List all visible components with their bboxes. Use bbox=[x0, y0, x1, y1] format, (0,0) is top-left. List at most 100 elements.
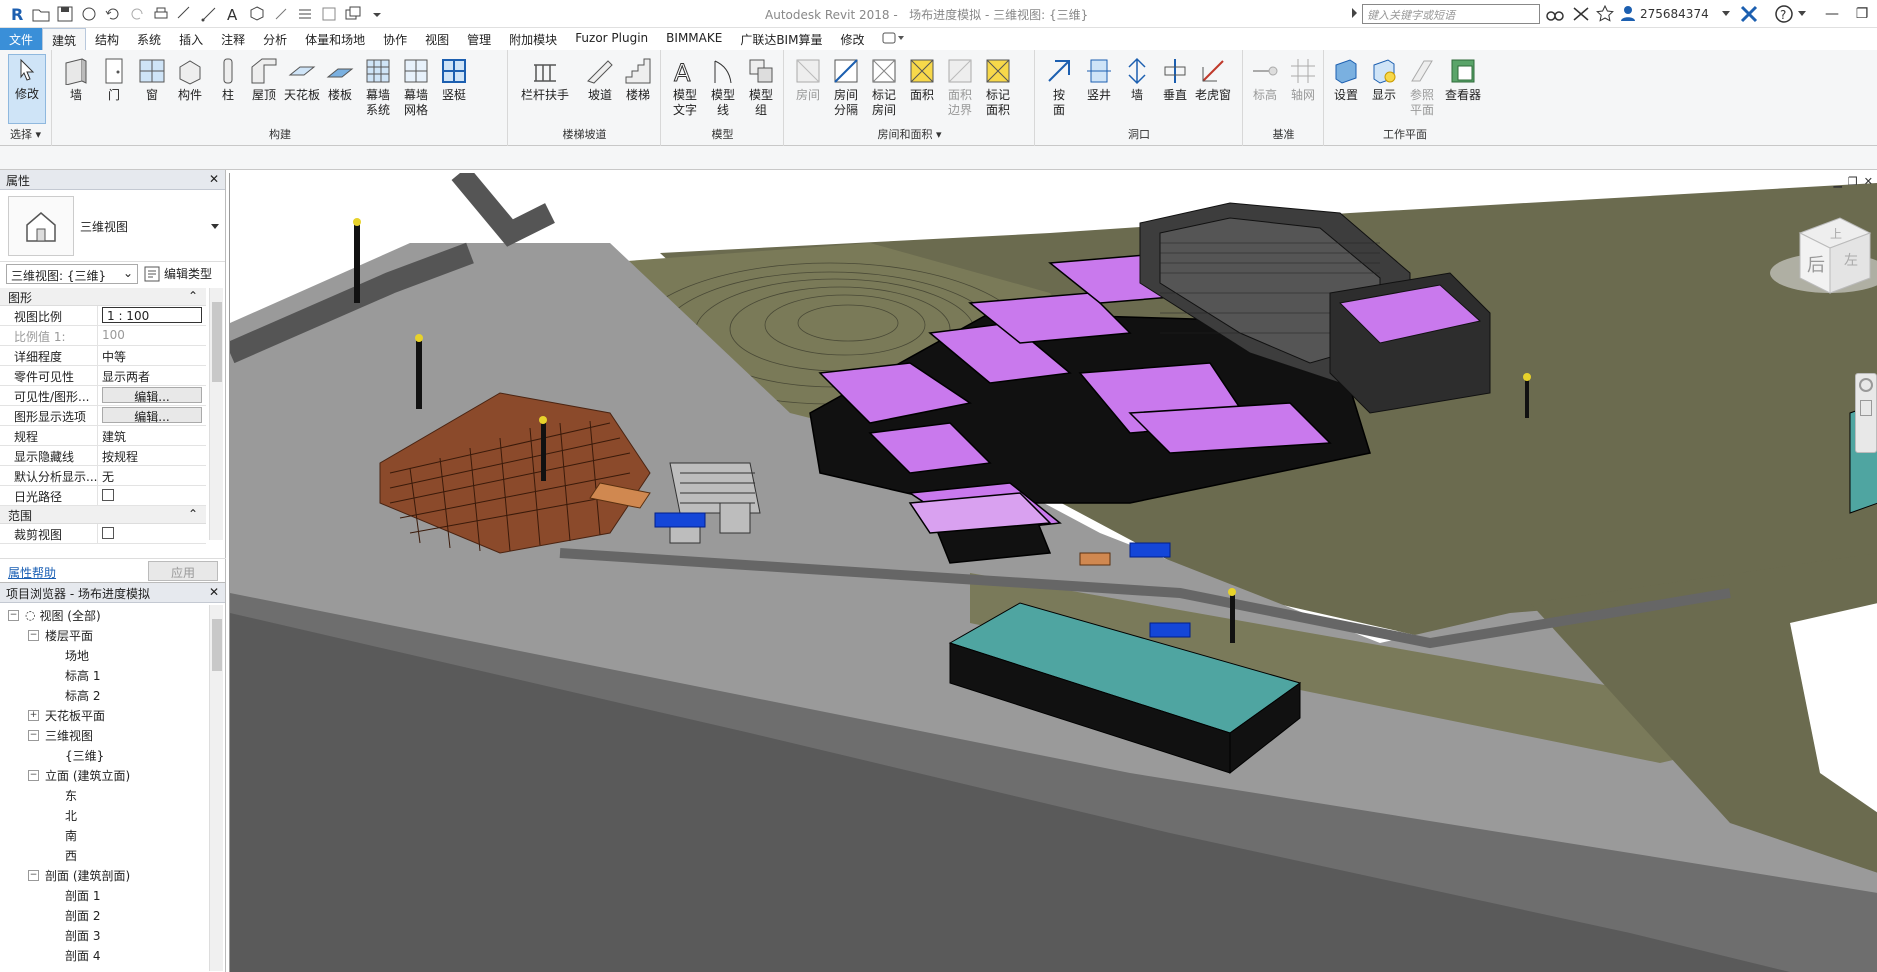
type-preview[interactable]: 三维视图 bbox=[0, 190, 225, 262]
search-input[interactable]: 键入关键字或短语 bbox=[1362, 4, 1540, 24]
text-icon[interactable]: A bbox=[222, 3, 244, 25]
restore-button[interactable]: ❐ bbox=[1850, 4, 1874, 24]
window-button[interactable]: 窗 bbox=[133, 56, 171, 103]
tab-structure[interactable]: 结构 bbox=[86, 28, 128, 50]
thin-lines-icon[interactable] bbox=[294, 3, 316, 25]
switch-windows-icon[interactable] bbox=[342, 3, 364, 25]
tab-insert[interactable]: 插入 bbox=[170, 28, 212, 50]
model-line-button[interactable]: 模型 线 bbox=[704, 56, 742, 118]
by-face-button[interactable]: 按 面 bbox=[1040, 56, 1078, 118]
tab-addins[interactable]: 附加模块 bbox=[500, 28, 566, 50]
expand-icon[interactable]: + bbox=[28, 709, 39, 721]
curtain-system-button[interactable]: 幕墙 系统 bbox=[359, 56, 397, 118]
revit-logo-icon[interactable]: R bbox=[6, 3, 28, 25]
tree-node[interactable]: − 楼层平面 bbox=[0, 625, 208, 645]
detail-level-value[interactable]: 中等 bbox=[98, 346, 206, 365]
analysis-display-value[interactable]: 无 bbox=[98, 466, 206, 485]
zoom-icon[interactable] bbox=[1860, 400, 1872, 416]
section-extents[interactable]: 范围 ⌃ bbox=[0, 506, 206, 524]
expand-search-icon[interactable] bbox=[1352, 8, 1357, 18]
show-workplane-button[interactable]: 显示 bbox=[1365, 56, 1403, 103]
save-icon[interactable] bbox=[54, 3, 76, 25]
component-button[interactable]: 构件 bbox=[171, 56, 209, 103]
vertical-opening-button[interactable]: 垂直 bbox=[1156, 56, 1194, 103]
undo-icon[interactable] bbox=[102, 3, 124, 25]
favorite-star-icon[interactable] bbox=[1596, 4, 1614, 25]
tree-node[interactable]: 场地 bbox=[0, 645, 208, 665]
room-separator-button[interactable]: 房间 分隔 bbox=[827, 56, 865, 118]
section-graphics[interactable]: 图形 ⌃ bbox=[0, 288, 206, 306]
help-icon[interactable]: ? bbox=[1774, 4, 1794, 27]
tab-annotate[interactable]: 注释 bbox=[212, 28, 254, 50]
view-scale-input[interactable]: 1 : 100 bbox=[102, 307, 202, 323]
edit-type-button[interactable]: 编辑类型 bbox=[144, 265, 212, 282]
customize-qat-icon[interactable] bbox=[366, 3, 388, 25]
tab-massing-site[interactable]: 体量和场地 bbox=[296, 28, 374, 50]
scrollbar-thumb[interactable] bbox=[212, 302, 222, 382]
set-workplane-button[interactable]: 设置 bbox=[1327, 56, 1365, 103]
tab-view[interactable]: 视图 bbox=[416, 28, 458, 50]
stair-button[interactable]: 楼梯 bbox=[619, 56, 657, 103]
wall-opening-button[interactable]: 墙 bbox=[1118, 56, 1156, 103]
viewcube-right-face[interactable]: 左 bbox=[1844, 253, 1858, 269]
ribbon-minimize-toggle[interactable] bbox=[873, 28, 913, 50]
tree-node[interactable]: 剖面 2 bbox=[0, 905, 208, 925]
close-hidden-icon[interactable] bbox=[318, 3, 340, 25]
wall-button[interactable]: 墙 bbox=[57, 56, 95, 103]
modify-button[interactable]: 修改 bbox=[8, 54, 46, 124]
grid-button[interactable]: 轴网 bbox=[1284, 56, 1322, 103]
scrollbar-thumb[interactable] bbox=[212, 619, 222, 671]
collapse-icon[interactable]: − bbox=[28, 629, 39, 641]
section-icon[interactable] bbox=[270, 3, 292, 25]
room-button[interactable]: 房间 bbox=[789, 56, 827, 103]
tree-node[interactable]: 南 bbox=[0, 825, 208, 845]
view-instance-selector[interactable]: 三维视图: {三维} ⌄ bbox=[6, 264, 138, 284]
railing-button[interactable]: 栏杆扶手 bbox=[517, 56, 573, 103]
parts-visibility-value[interactable]: 显示两者 bbox=[98, 366, 206, 385]
tree-node[interactable]: 标高 2 bbox=[0, 685, 208, 705]
print-icon[interactable] bbox=[150, 3, 172, 25]
minimize-button[interactable]: — bbox=[1820, 4, 1844, 24]
level-button[interactable]: 标高 bbox=[1246, 56, 1284, 103]
open-icon[interactable] bbox=[30, 3, 52, 25]
sun-path-checkbox[interactable] bbox=[102, 489, 114, 501]
3d-view-icon[interactable] bbox=[246, 3, 268, 25]
crop-view-checkbox[interactable] bbox=[102, 527, 114, 539]
group-select-label[interactable]: 选择 ▾ bbox=[0, 126, 51, 142]
tab-architecture[interactable]: 建筑 bbox=[42, 28, 87, 50]
area-button[interactable]: 面积 bbox=[903, 56, 941, 103]
tree-node[interactable]: − 剖面 (建筑剖面) bbox=[0, 865, 208, 885]
tab-modify[interactable]: 修改 bbox=[831, 28, 873, 50]
tree-node[interactable]: 西 bbox=[0, 845, 208, 865]
help-dropdown-icon[interactable] bbox=[1798, 11, 1806, 16]
viewer-button[interactable]: 查看器 bbox=[1441, 56, 1485, 103]
sync-icon[interactable] bbox=[78, 3, 100, 25]
roof-button[interactable]: 屋顶 bbox=[245, 56, 283, 103]
viewcube-left-face[interactable]: 后 bbox=[1807, 255, 1825, 276]
tab-file[interactable]: 文件 bbox=[0, 28, 43, 50]
graphic-display-edit-button[interactable]: 编辑... bbox=[102, 407, 202, 424]
tab-glodon[interactable]: 广联达BIM算量 bbox=[731, 28, 831, 50]
door-button[interactable]: 门 bbox=[95, 56, 133, 103]
user-name[interactable]: 275684374 bbox=[1640, 7, 1709, 21]
tree-node[interactable]: 剖面 3 bbox=[0, 925, 208, 945]
tab-analyze[interactable]: 分析 bbox=[254, 28, 296, 50]
type-dropdown-icon[interactable] bbox=[211, 224, 219, 229]
dimension-icon[interactable] bbox=[198, 3, 220, 25]
tree-node[interactable]: 东 bbox=[0, 785, 208, 805]
tab-manage[interactable]: 管理 bbox=[458, 28, 500, 50]
tree-node[interactable]: + 天花板平面 bbox=[0, 705, 208, 725]
column-button[interactable]: 柱 bbox=[209, 56, 247, 103]
ramp-button[interactable]: 坡道 bbox=[581, 56, 619, 103]
group-room-area-label[interactable]: 房间和面积 ▾ bbox=[785, 126, 1034, 142]
tree-node[interactable]: {三维} bbox=[0, 745, 208, 765]
shaft-button[interactable]: 竖井 bbox=[1080, 56, 1118, 103]
tree-node[interactable]: 标高 1 bbox=[0, 665, 208, 685]
collapse-icon[interactable]: − bbox=[28, 769, 39, 781]
tab-fuzor[interactable]: Fuzor Plugin bbox=[566, 28, 657, 50]
hidden-lines-value[interactable]: 按规程 bbox=[98, 446, 206, 465]
curtain-grid-button[interactable]: 幕墙 网格 bbox=[397, 56, 435, 118]
measure-icon[interactable] bbox=[174, 3, 196, 25]
properties-scrollbar[interactable] bbox=[209, 288, 223, 540]
tab-collaborate[interactable]: 协作 bbox=[374, 28, 416, 50]
